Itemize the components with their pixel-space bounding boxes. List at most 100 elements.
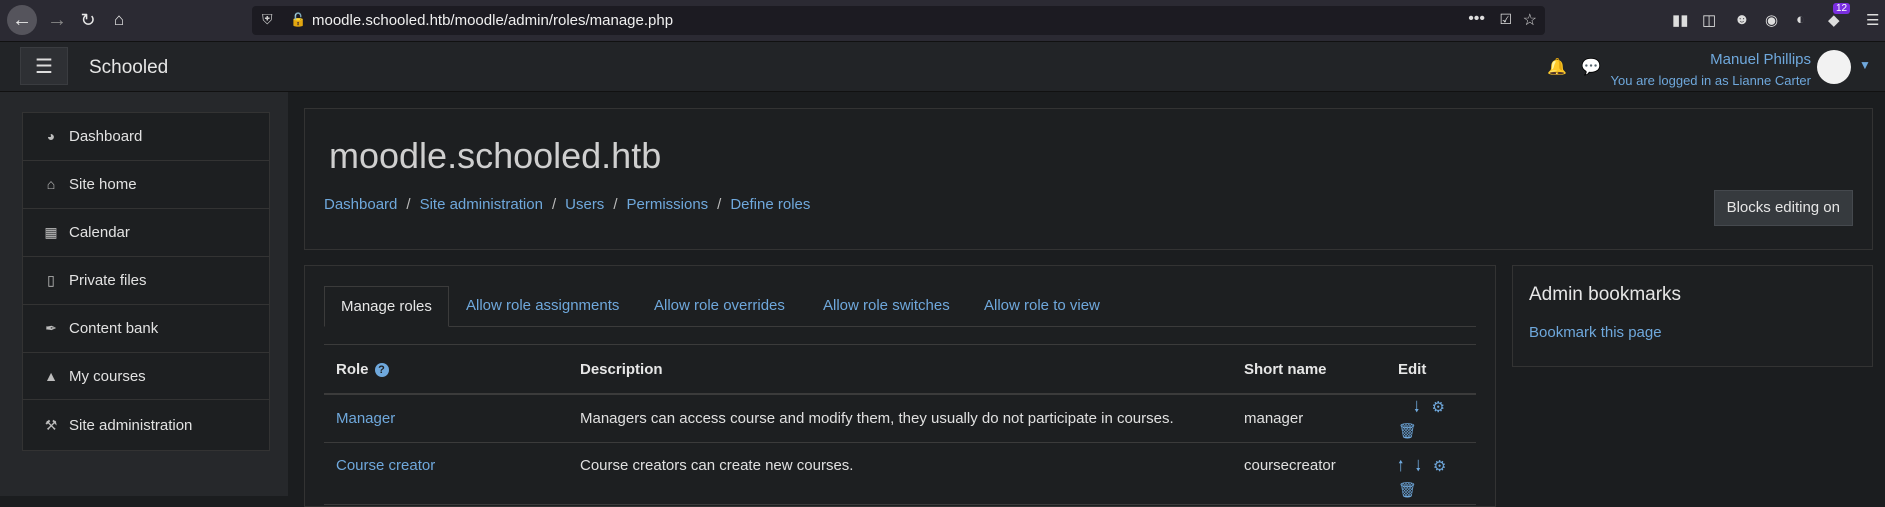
role-cell: Manager — [324, 394, 568, 443]
tab-bar: Manage roles Allow role assignments Allo… — [324, 286, 1476, 327]
arrow-down-icon[interactable]: 🠓 — [1414, 397, 1419, 422]
breadcrumb-site-administration[interactable]: Site administration — [420, 196, 543, 213]
pocket-icon[interactable]: ☑ — [1499, 11, 1512, 28]
sidebar-item-my-courses[interactable]: ▲ My courses — [23, 353, 269, 400]
wrench-icon: ⚒ — [44, 417, 58, 433]
sidebar-item-dashboard[interactable]: ◕ Dashboard — [23, 113, 269, 161]
tab-manage-roles[interactable]: Manage roles — [324, 286, 449, 327]
trash-icon[interactable]: 🗑 — [1398, 479, 1417, 503]
roles-table: Role? Description Short name Edit Manage… — [324, 344, 1476, 505]
menu-icon[interactable]: ☰ — [1866, 11, 1879, 29]
drawer-toggle-button[interactable]: ☰ — [20, 47, 68, 85]
breadcrumb-separator: / — [551, 196, 557, 213]
page-title: moodle.schooled.htb — [329, 135, 662, 176]
calendar-icon: ▦ — [44, 224, 58, 240]
breadcrumb-dashboard[interactable]: Dashboard — [324, 196, 397, 213]
role-link-course-creator[interactable]: Course creator — [336, 457, 435, 474]
tab-allow-role-to-view[interactable]: Allow role to view — [984, 286, 1100, 326]
breadcrumb: Dashboard / Site administration / Users / Perm… — [324, 196, 810, 213]
browser-toolbar: ← → ↻ ⌂ ⛨ 🔓 moodle.schooled.htb/moodle/a… — [0, 0, 1885, 42]
sidebar-toggle-icon[interactable]: ◫ — [1702, 11, 1716, 29]
bell-icon[interactable]: 🔔 — [1547, 57, 1567, 77]
address-bar[interactable]: ⛨ 🔓 moodle.schooled.htb/moodle/admin/rol… — [252, 6, 1545, 35]
logged-in-as-link[interactable]: You are logged in as Lianne Carter — [1611, 73, 1811, 88]
edit-cell: 🠓 ⚙ 🗑 — [1386, 394, 1476, 443]
description-cell: Course creators can create new courses. — [568, 442, 1232, 505]
column-header-label: Role — [336, 360, 369, 378]
extension-badge-count: 12 — [1833, 3, 1851, 14]
tab-allow-role-overrides[interactable]: Allow role overrides — [654, 286, 785, 326]
edit-cell: 🠑 🠓 ⚙ 🗑 — [1386, 442, 1476, 505]
breadcrumb-define-roles[interactable]: Define roles — [730, 196, 810, 213]
sidebar-item-label: Calendar — [69, 224, 130, 241]
avatar[interactable] — [1817, 50, 1851, 84]
description-cell: Managers can access course and modify th… — [568, 394, 1232, 443]
arrow-up-icon[interactable]: 🠑 — [1398, 455, 1403, 479]
table-header-row: Role? Description Short name Edit — [324, 344, 1476, 395]
block-title: Admin bookmarks — [1529, 284, 1682, 305]
graduation-cap-icon: ▲ — [44, 368, 58, 384]
gear-icon[interactable]: ⚙ — [1431, 398, 1444, 416]
sidebar-item-site-administration[interactable]: ⚒ Site administration — [23, 400, 269, 450]
extension-glasses-icon[interactable]: ◐ — [1796, 11, 1805, 28]
extension-fox-icon[interactable]: ◉ — [1765, 11, 1778, 29]
shield-icon[interactable]: ⛨ — [262, 11, 273, 28]
file-icon: ▯ — [47, 272, 55, 288]
arrow-down-icon[interactable]: 🠓 — [1415, 455, 1420, 479]
sidebar-item-label: My courses — [69, 368, 146, 385]
table-row: Course creator Course creators can creat… — [324, 442, 1476, 505]
role-cell: Course creator — [324, 442, 568, 505]
sidebar-item-site-home[interactable]: ⌂ Site home — [23, 161, 269, 209]
admin-bookmarks-block: Admin bookmarks Bookmark this page — [1512, 265, 1873, 367]
sidebar-item-label: Site home — [69, 176, 137, 193]
blocks-editing-button[interactable]: Blocks editing on — [1713, 190, 1853, 226]
bookmark-star-icon[interactable]: ☆ — [1523, 10, 1537, 30]
home-icon[interactable]: ⌂ — [104, 5, 134, 35]
bookmark-this-page-link[interactable]: Bookmark this page — [1529, 324, 1662, 341]
brush-icon: ✒ — [45, 320, 57, 336]
reload-icon[interactable]: ↻ — [73, 5, 103, 35]
user-name-link[interactable]: Manuel Phillips — [1710, 51, 1811, 68]
short-name-cell: manager — [1232, 394, 1386, 443]
nav-group-main: ◕ Dashboard ⌂ Site home ▦ Calendar ▯ Pri… — [22, 112, 270, 401]
nav-group-admin: ⚒ Site administration — [22, 399, 270, 451]
page-header: moodle.schooled.htb Dashboard / Site admin… — [304, 108, 1873, 250]
tab-allow-role-switches[interactable]: Allow role switches — [823, 286, 950, 326]
column-header-role: Role? — [324, 344, 568, 395]
dashboard-icon: ◕ — [46, 128, 56, 144]
more-actions-icon[interactable]: ••• — [1468, 10, 1485, 28]
sidebar-item-label: Site administration — [69, 417, 193, 434]
table-row: Manager Managers can access course and m… — [324, 394, 1476, 443]
trash-icon[interactable]: 🗑 — [1398, 422, 1417, 440]
insecure-lock-icon[interactable]: 🔓 — [290, 12, 306, 28]
url-text[interactable]: moodle.schooled.htb/moodle/admin/roles/m… — [312, 12, 673, 29]
top-navbar: ☰ Schooled 🔔 💬 Manuel Phillips You are l… — [0, 42, 1885, 92]
gear-icon[interactable]: ⚙ — [1433, 455, 1446, 479]
sidebar-item-calendar[interactable]: ▦ Calendar — [23, 209, 269, 257]
sidebar-item-label: Dashboard — [69, 128, 143, 145]
account-icon[interactable]: ☻ — [1734, 11, 1750, 28]
column-header-edit: Edit — [1386, 344, 1476, 395]
back-arrow-icon[interactable]: ← — [7, 5, 37, 35]
short-name-cell: coursecreator — [1232, 442, 1386, 505]
forward-arrow-icon[interactable]: → — [42, 5, 72, 35]
breadcrumb-separator: / — [717, 196, 722, 213]
help-icon[interactable]: ? — [374, 362, 389, 377]
chevron-down-icon[interactable]: ▼ — [1859, 58, 1871, 72]
home-icon: ⌂ — [46, 176, 56, 192]
chat-icon[interactable]: 💬 — [1581, 57, 1601, 77]
sidebar-item-label: Content bank — [69, 320, 159, 337]
breadcrumb-users[interactable]: Users — [565, 196, 604, 213]
sidebar-item-private-files[interactable]: ▯ Private files — [23, 257, 269, 305]
breadcrumb-separator: / — [613, 196, 618, 213]
breadcrumb-permissions[interactable]: Permissions — [626, 196, 708, 213]
tab-allow-role-assignments[interactable]: Allow role assignments — [466, 286, 619, 326]
nav-drawer: ◕ Dashboard ⌂ Site home ▦ Calendar ▯ Pri… — [0, 92, 288, 496]
main-content: Manage roles Allow role assignments Allo… — [304, 265, 1496, 507]
column-header-short-name: Short name — [1232, 344, 1386, 395]
role-link-manager[interactable]: Manager — [336, 410, 395, 427]
library-icon[interactable]: ▮▮ — [1672, 11, 1689, 29]
sidebar-item-content-bank[interactable]: ✒ Content bank — [23, 305, 269, 353]
column-header-description: Description — [568, 344, 1232, 395]
site-name[interactable]: Schooled — [89, 57, 168, 79]
